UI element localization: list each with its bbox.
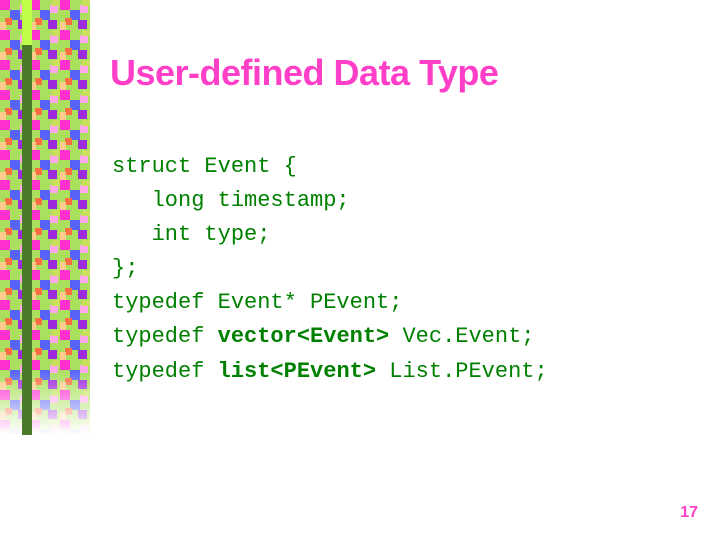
code-bold: list<PEvent>	[218, 359, 376, 384]
decorative-sidebar	[0, 0, 90, 435]
code-line: struct Event {	[112, 154, 297, 179]
slide-title: User-defined Data Type	[110, 52, 498, 94]
code-line: typedef Event* PEvent;	[112, 290, 402, 315]
page-number: 17	[680, 504, 698, 522]
code-line: int type;	[112, 222, 270, 247]
code-line: };	[112, 256, 138, 281]
code-line-part: typedef	[112, 324, 218, 349]
code-line-part: typedef	[112, 359, 218, 384]
code-block: struct Event { long timestamp; int type;…	[112, 150, 548, 389]
code-line: long timestamp;	[112, 188, 350, 213]
code-line-part: Vec.Event;	[389, 324, 534, 349]
slide: User-defined Data Type struct Event { lo…	[0, 0, 720, 540]
code-bold: vector<Event>	[218, 324, 390, 349]
code-line-part: List.PEvent;	[376, 359, 548, 384]
